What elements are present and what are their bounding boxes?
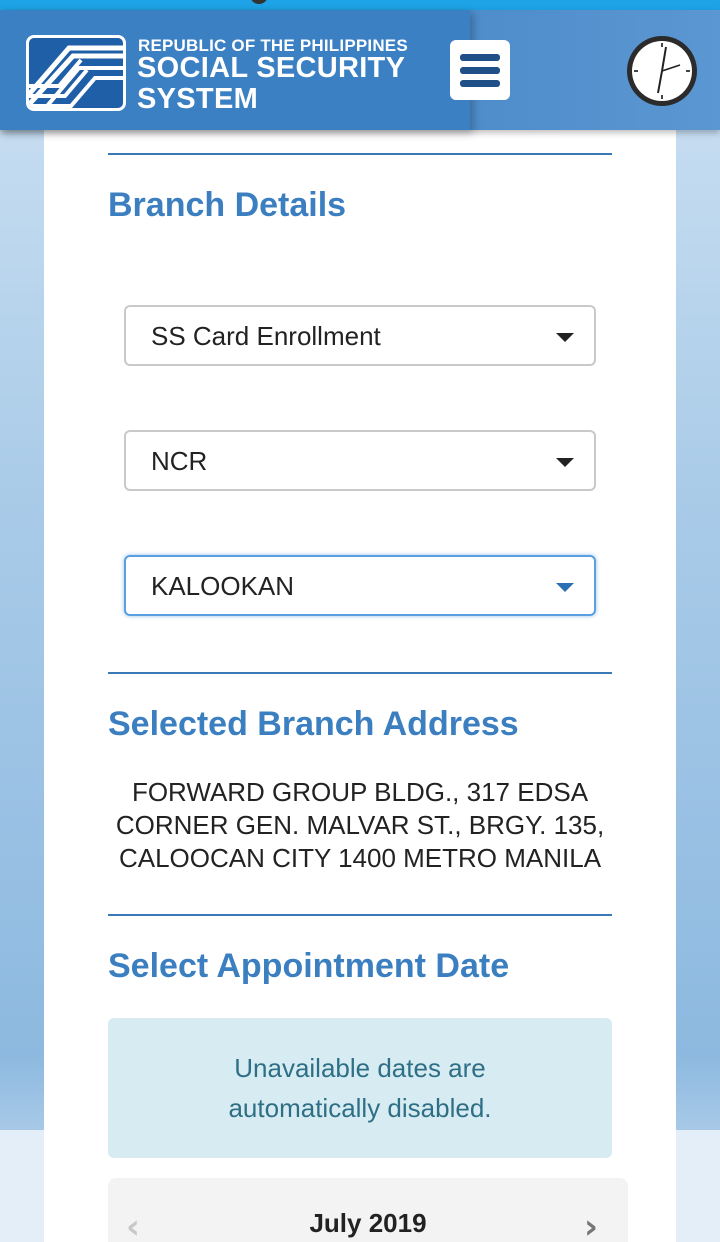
hamburger-menu-icon-bar xyxy=(460,67,500,74)
caret-down-icon xyxy=(556,583,574,592)
notice-line: automatically disabled. xyxy=(228,1093,492,1123)
chevron-right-icon[interactable]: › xyxy=(584,1210,598,1242)
site-header: REPUBLIC OF THE PHILIPPINES SOCIAL SECUR… xyxy=(0,10,720,130)
section-divider xyxy=(108,672,612,674)
caret-down-icon xyxy=(556,333,574,342)
region-select-value: NCR xyxy=(151,446,208,476)
clock-icon xyxy=(624,33,700,109)
sss-logo-mark xyxy=(29,45,123,108)
branch-select[interactable]: KALOOKAN xyxy=(124,555,596,616)
menu-button[interactable] xyxy=(450,40,510,100)
branch-details-title: Branch Details xyxy=(108,186,347,224)
date-picker: ‹ July 2019 › xyxy=(108,1178,628,1242)
hamburger-menu-icon-bar xyxy=(460,80,500,87)
address-line: FORWARD GROUP BLDG., 317 EDSA xyxy=(131,777,589,807)
hamburger-menu-icon xyxy=(460,54,500,61)
service-select-value: SS Card Enrollment xyxy=(151,321,381,351)
address-line: CORNER GEN. MALVAR ST., BRGY. 135, xyxy=(115,810,605,840)
brand-title-line2: SYSTEM xyxy=(137,83,259,115)
status-icon xyxy=(250,0,268,4)
notice-line: Unavailable dates are xyxy=(234,1053,486,1083)
branch-select-value: KALOOKAN xyxy=(151,571,295,601)
section-divider xyxy=(108,914,612,916)
branch-address: FORWARD GROUP BLDG., 317 EDSA CORNER GEN… xyxy=(100,776,620,875)
selected-branch-title: Selected Branch Address xyxy=(108,705,519,743)
unavailable-dates-notice: Unavailable dates are automatically disa… xyxy=(108,1018,612,1158)
address-line: CALOOCAN CITY 1400 METRO MANILA xyxy=(118,843,602,873)
brand-title-line1: SOCIAL SECURITY xyxy=(137,52,406,84)
region-select[interactable]: NCR xyxy=(124,430,596,491)
calendar-month-label: July 2019 xyxy=(309,1208,427,1238)
sss-logo[interactable] xyxy=(26,35,126,111)
brand-area[interactable]: REPUBLIC OF THE PHILIPPINES SOCIAL SECUR… xyxy=(0,10,470,130)
caret-down-icon xyxy=(556,458,574,467)
status-icons xyxy=(250,0,490,6)
service-select[interactable]: SS Card Enrollment xyxy=(124,305,596,366)
appointment-date-title: Select Appointment Date xyxy=(108,947,510,985)
section-divider xyxy=(108,153,612,155)
status-bar xyxy=(0,0,720,10)
